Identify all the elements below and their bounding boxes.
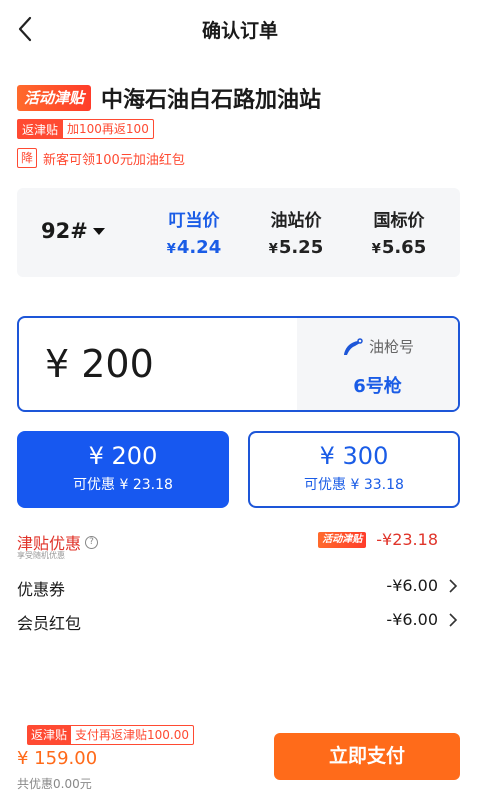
price-value: ¥4.24 (166, 237, 222, 258)
fuel-grade-select[interactable]: 92# (41, 219, 106, 243)
chevron-right-icon (449, 613, 458, 627)
nozzle-value: 6号枪 (353, 376, 402, 397)
price-panel: 92# 叮当价 ¥4.24 油站价 ¥5.25 国标价 ¥5.65 (17, 188, 460, 277)
pay-now-button[interactable]: 立即支付 (274, 733, 460, 780)
rebate-tag: 返津贴 (17, 119, 64, 139)
price-label: 油站价 (270, 211, 322, 231)
price-label: 国标价 (373, 211, 425, 231)
discount-badge: 降 (17, 148, 37, 168)
quick-amount-300-button[interactable]: ¥ 300 可优惠 ¥ 33.18 (248, 431, 460, 508)
rebate-desc: 加100再返100 (63, 119, 154, 139)
fuel-nozzle-icon (343, 337, 363, 355)
bottom-rebate-badge: 返津贴 支付再返津贴100.00 (27, 725, 195, 745)
jintie-promo-tag: 活动津贴 (318, 531, 367, 548)
quick-amount-discount: 可优惠 ¥ 33.18 (304, 477, 404, 493)
amount-input-box: ¥ 200 油枪号 6号枪 (17, 316, 460, 412)
member-redpacket-label: 会员红包 (17, 614, 82, 633)
coupon-row[interactable]: 优惠券 -¥6.00 (17, 574, 460, 599)
coupon-amount: -¥6.00 (386, 576, 438, 595)
rebate-badge: 返津贴 加100再返100 (17, 119, 154, 139)
price-dingdang: 叮当价 ¥4.24 (154, 206, 234, 258)
top-nav-bar: 确认订单 (0, 0, 480, 58)
member-redpacket-row[interactable]: 会员红包 -¥6.00 (17, 608, 460, 633)
price-national: 国标价 ¥5.65 (359, 206, 439, 258)
new-customer-offer: 降 新客可领100元加油红包 (17, 148, 185, 168)
price-label: 叮当价 (168, 211, 220, 231)
quick-amount-value: ¥ 200 (88, 442, 158, 470)
bottom-rebate-tag: 返津贴 (27, 725, 72, 745)
jintie-amount: -¥23.18 (376, 530, 438, 549)
jintie-subtitle: 享受随机优惠 (17, 551, 65, 560)
nozzle-selector[interactable]: 油枪号 6号枪 (297, 318, 458, 410)
member-redpacket-amount: -¥6.00 (386, 610, 438, 629)
total-price: ¥ 159.00 (17, 748, 98, 769)
price-value: ¥5.65 (371, 237, 427, 258)
promo-tag: 活动津贴 (17, 85, 92, 111)
nozzle-label: 油枪号 (368, 338, 414, 356)
caret-down-icon (92, 228, 105, 235)
fuel-grade-value: 92# (41, 219, 88, 243)
quick-amount-value: ¥ 300 (319, 442, 389, 470)
bottom-rebate-desc: 支付再返津贴100.00 (71, 725, 195, 745)
amount-input[interactable]: ¥ 200 (45, 342, 154, 386)
help-icon[interactable]: ? (85, 535, 99, 549)
page-title: 确认订单 (201, 20, 278, 42)
quick-amount-discount: 可优惠 ¥ 23.18 (73, 477, 173, 493)
price-station: 油站价 ¥5.25 (256, 206, 336, 258)
coupon-label: 优惠券 (17, 580, 66, 599)
price-value: ¥5.25 (268, 237, 324, 258)
quick-amount-200-button[interactable]: ¥ 200 可优惠 ¥ 23.18 (17, 431, 229, 508)
total-discount: 共优惠0.00元 (17, 777, 92, 791)
chevron-right-icon (449, 579, 458, 593)
station-header: 活动津贴 中海石油白石路加油站 (17, 82, 321, 114)
jintie-discount-row: 津贴优惠 ? 享受随机优惠 活动津贴 -¥23.18 (17, 530, 460, 562)
station-name: 中海石油白石路加油站 (101, 88, 322, 113)
new-customer-text: 新客可领100元加油红包 (43, 152, 185, 168)
